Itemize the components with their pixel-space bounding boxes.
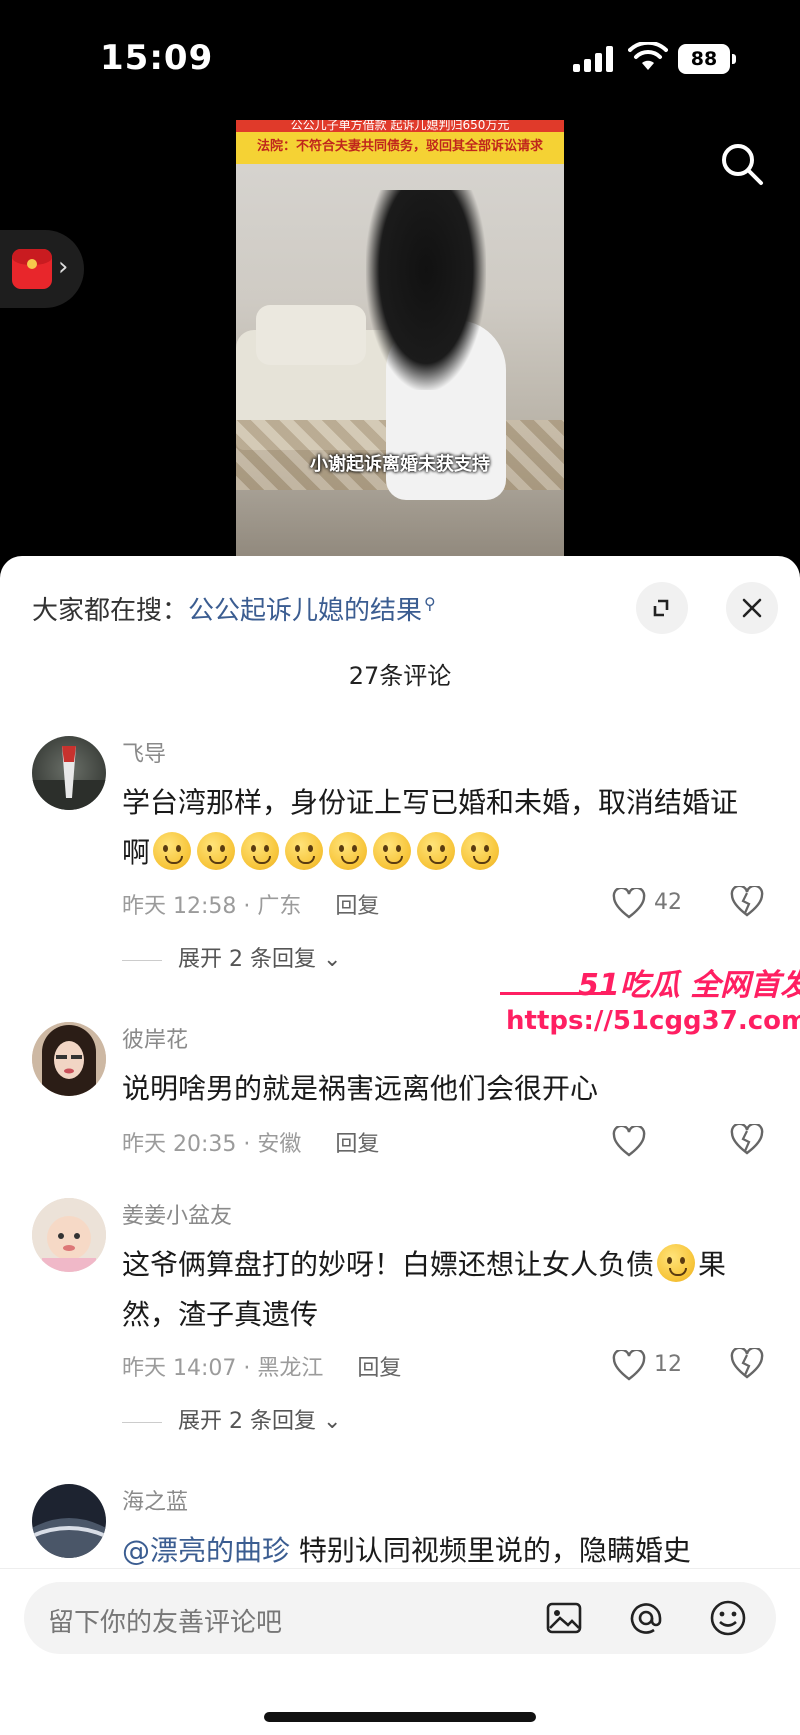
smiling-emoji-icon: [329, 832, 368, 870]
smiling-emoji-icon: [241, 832, 280, 870]
comment-text-content: 特别认同视频里说的，隐瞒婚史: [290, 1534, 691, 1567]
like-button[interactable]: [612, 1122, 692, 1162]
hot-search-row[interactable]: 大家都在搜：公公起诉儿媳的结果 ⚲: [32, 590, 436, 627]
reply-button[interactable]: 回复: [357, 1356, 401, 1381]
expand-replies-label: 展开 2 条回复: [178, 947, 316, 972]
avatar[interactable]: [32, 1198, 106, 1272]
hot-search-prefix: 大家都在搜：: [32, 596, 189, 626]
smiling-emoji-icon: [373, 832, 412, 870]
video-headline-banner: 公公儿子单方借款 起诉儿媳判归650万元 法院：不符合夫妻共同债务，驳回其全部诉…: [236, 120, 564, 164]
like-button[interactable]: 12: [612, 1346, 692, 1386]
close-button[interactable]: [726, 582, 778, 634]
broken-heart-icon: [730, 884, 764, 917]
comment-username[interactable]: 姜姜小盆友: [122, 1198, 232, 1230]
chevron-down-icon: ⌄: [315, 1409, 342, 1434]
reply-button[interactable]: 回复: [335, 1132, 379, 1157]
battery-icon: 88: [678, 44, 736, 74]
mention-link[interactable]: @漂亮的曲珍: [122, 1534, 290, 1567]
divider: [122, 1421, 162, 1423]
comment-time-location: 昨天 12:58 · 广东: [122, 894, 302, 919]
dislike-button[interactable]: [730, 1122, 770, 1164]
home-indicator[interactable]: [264, 1712, 536, 1722]
smiling-emoji-icon: [461, 832, 500, 870]
avatar[interactable]: [32, 1022, 106, 1096]
dislike-button[interactable]: [730, 1346, 770, 1388]
expand-replies-button[interactable]: 展开 2 条回复 ⌄: [122, 941, 341, 973]
video-frame[interactable]: 公公儿子单方借款 起诉儿媳判归650万元 法院：不符合夫妻共同债务，驳回其全部诉…: [236, 120, 564, 564]
comment-text: 学台湾那样，身份证上写已婚和未婚，取消结婚证啊: [122, 778, 762, 878]
search-small-icon: ⚲: [424, 594, 436, 614]
comment-text-content: 这爷俩算盘打的妙呀！白嫖还想让女人负债: [122, 1248, 655, 1281]
divider: [0, 1568, 800, 1569]
expand-replies-label: 展开 2 条回复: [178, 1409, 316, 1434]
avatar-image: [32, 1198, 106, 1272]
reply-button[interactable]: 回复: [335, 894, 379, 919]
broken-heart-icon: [730, 1122, 764, 1155]
comment-input-placeholder: 留下你的友善评论吧: [48, 1608, 283, 1638]
comment-username[interactable]: 海之蓝: [122, 1484, 188, 1516]
comment-count: 27条评论: [348, 662, 452, 690]
video-scene-cushion: [256, 305, 366, 365]
status-bar: 15:09 88: [0, 0, 800, 110]
cellular-signal-icon: [573, 46, 615, 72]
expand-replies-button[interactable]: 展开 2 条回复 ⌄: [122, 1403, 341, 1435]
comment-meta: 昨天 12:58 · 广东 回复: [122, 888, 379, 920]
comment-item: 姜姜小盆友 这爷俩算盘打的妙呀！白嫖还想让女人负债 果然，渣子真遗传 昨天 14:…: [0, 1198, 800, 1488]
red-envelope-icon: [12, 249, 52, 289]
smiling-emoji-icon: [153, 832, 192, 870]
avatar-image: [32, 1022, 106, 1096]
emoji-icon[interactable]: [706, 1596, 750, 1640]
chevron-down-icon: ⌄: [315, 947, 342, 972]
broken-heart-icon: [730, 1346, 764, 1379]
comment-sheet: 大家都在搜：公公起诉儿媳的结果 ⚲ 27条评论 飞导 学台湾那样，身份证上写已婚和…: [0, 556, 800, 1735]
smiling-emoji-icon: [417, 832, 456, 870]
video-headline-line2: 法院：不符合夫妻共同债务，驳回其全部诉讼请求: [256, 139, 543, 154]
avatar[interactable]: [32, 736, 106, 810]
status-time: 15:09: [100, 38, 214, 78]
comment-meta: 昨天 14:07 · 黑龙江 回复: [122, 1350, 401, 1382]
like-count: 42: [654, 890, 682, 915]
red-packet-button[interactable]: ›: [0, 230, 84, 308]
comment-item: 飞导 学台湾那样，身份证上写已婚和未婚，取消结婚证啊 昨天 12:58 · 广东…: [0, 736, 800, 976]
watermark-title: 51吃瓜 全网首发: [578, 968, 800, 1003]
heart-icon: [612, 1350, 646, 1381]
watermark: 51吃瓜 全网首发 https://51cgg37.com: [500, 960, 800, 1050]
comment-username[interactable]: 彼岸花: [122, 1022, 188, 1054]
like-button[interactable]: 42: [612, 884, 692, 924]
comment-meta: 昨天 20:35 · 安徽 回复: [122, 1126, 379, 1158]
heart-icon: [612, 1126, 646, 1157]
comment-time-location: 昨天 20:35 · 安徽: [122, 1132, 302, 1157]
comment-input[interactable]: 留下你的友善评论吧: [24, 1582, 776, 1654]
divider: [122, 959, 162, 961]
smiling-emoji-icon: [197, 832, 236, 870]
grinning-emoji-icon: [657, 1244, 696, 1282]
chevron-right-icon: ›: [58, 252, 69, 282]
comment-text: 这爷俩算盘打的妙呀！白嫖还想让女人负债 果然，渣子真遗传: [122, 1240, 762, 1340]
search-icon[interactable]: [718, 140, 766, 188]
image-icon[interactable]: [542, 1596, 586, 1640]
hot-search-link[interactable]: 公公起诉儿媳的结果: [188, 596, 422, 626]
watermark-url: https://51cgg37.com: [506, 1006, 800, 1036]
video-subtitle: 小谢起诉离婚未获支持: [310, 454, 490, 475]
like-count: 12: [654, 1352, 682, 1377]
video-player[interactable]: 公公儿子单方借款 起诉儿媳判归650万元 法院：不符合夫妻共同债务，驳回其全部诉…: [0, 110, 800, 564]
mention-icon[interactable]: [624, 1596, 668, 1640]
avatar-image: [32, 746, 106, 810]
heart-icon: [612, 888, 646, 919]
video-headline-line1: 公公儿子单方借款 起诉儿媳判归650万元: [236, 120, 564, 132]
comment-time-location: 昨天 14:07 · 黑龙江: [122, 1356, 324, 1381]
wifi-icon: [628, 42, 668, 70]
avatar[interactable]: [32, 1484, 106, 1558]
expand-sheet-button[interactable]: [636, 582, 688, 634]
dislike-button[interactable]: [730, 884, 770, 926]
comment-text: 说明啥男的就是祸害远离他们会很开心: [122, 1072, 599, 1105]
smiling-emoji-icon: [285, 832, 324, 870]
video-scene-hair: [366, 190, 486, 390]
expand-icon: [653, 599, 669, 617]
comment-username[interactable]: 飞导: [122, 736, 166, 768]
avatar-image: [32, 1484, 106, 1558]
close-icon: [742, 598, 762, 618]
